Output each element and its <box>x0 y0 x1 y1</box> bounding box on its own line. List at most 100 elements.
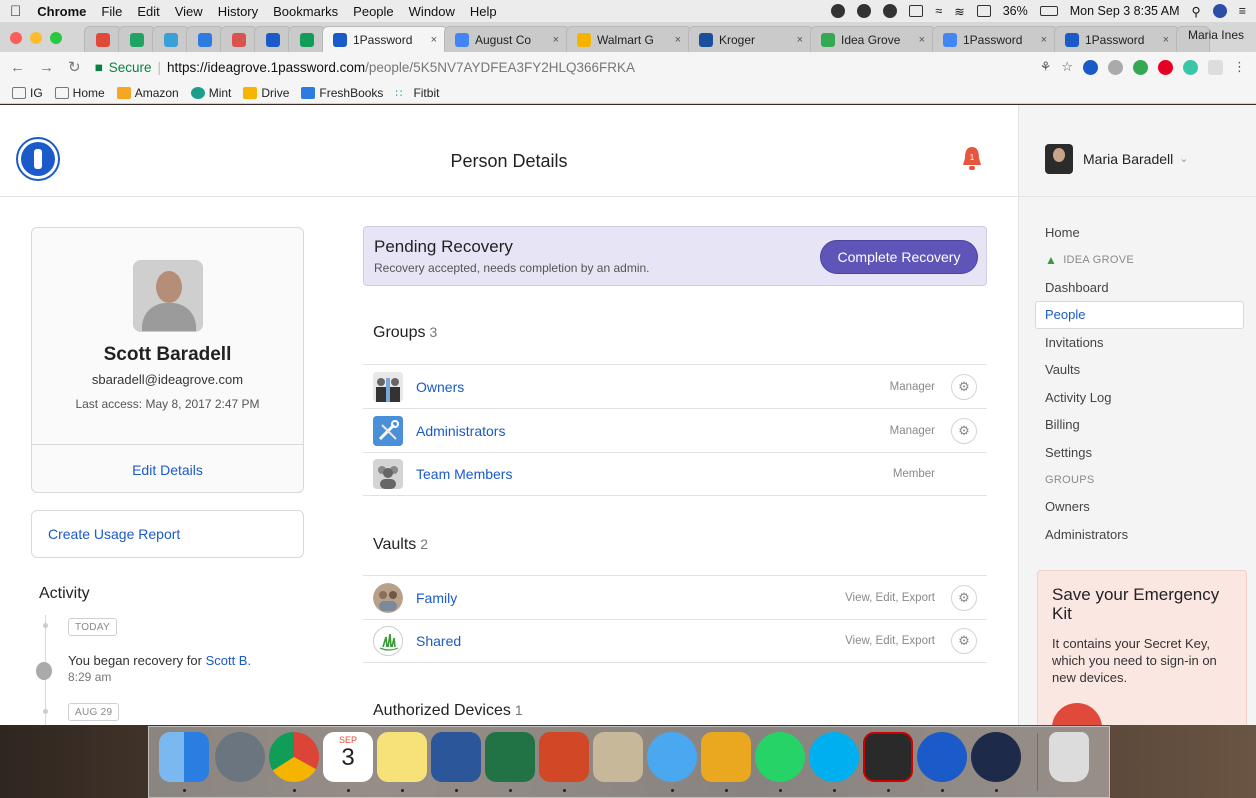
clock[interactable]: Mon Sep 3 8:35 AM <box>1070 4 1180 18</box>
status-icon[interactable] <box>857 4 872 18</box>
zoom-window-button[interactable] <box>50 32 62 44</box>
gear-icon[interactable]: ⚙ <box>951 417 977 444</box>
menu-app-name[interactable]: Chrome <box>37 4 86 19</box>
chrome-profile-name[interactable]: Maria Ines <box>1188 28 1244 42</box>
browser-tab[interactable]: 1Password × <box>322 26 448 52</box>
menu-edit[interactable]: Edit <box>137 4 159 19</box>
notes-icon[interactable] <box>377 732 427 782</box>
star-icon[interactable]: ☆ <box>1061 59 1073 75</box>
group-row-owners[interactable]: Owners Manager ⚙ <box>363 364 987 408</box>
bookmark-drive[interactable]: Drive <box>243 86 289 100</box>
bookmark-freshbooks[interactable]: FreshBooks <box>301 86 383 100</box>
more-menu-icon[interactable]: ⋮ <box>1233 59 1246 75</box>
tab-close-icon[interactable]: × <box>1041 34 1047 46</box>
account-menu[interactable]: Maria Baradell ⌄ <box>1019 105 1256 197</box>
activity-person-link[interactable]: Scott B. <box>206 653 252 668</box>
browser-tab[interactable] <box>220 26 258 52</box>
tab-close-icon[interactable]: × <box>919 34 925 46</box>
s-app-icon[interactable] <box>883 4 898 18</box>
minimize-window-button[interactable] <box>30 32 42 44</box>
bookmark-home[interactable]: Home <box>54 86 105 100</box>
notification-bell-icon[interactable]: 1 <box>960 145 984 173</box>
vault-name[interactable]: Shared <box>416 633 461 649</box>
sidebar-item-owners[interactable]: Owners <box>1019 493 1256 521</box>
browser-tab[interactable]: 1Password × <box>932 26 1058 52</box>
sidebar-item-dashboard[interactable]: Dashboard <box>1019 274 1256 302</box>
back-arrow-icon[interactable]: ← <box>10 59 25 76</box>
battery-icon[interactable] <box>1039 6 1058 16</box>
emergency-kit-panel[interactable]: Save your Emergency Kit It contains your… <box>1037 570 1247 753</box>
bookmark-mint[interactable]: Mint <box>190 86 231 100</box>
tab-close-icon[interactable]: × <box>431 34 437 46</box>
quicktime-icon[interactable] <box>971 732 1021 782</box>
browser-tab[interactable] <box>84 26 122 52</box>
sidebar-item-billing[interactable]: Billing <box>1019 411 1256 439</box>
sidebar-item-home[interactable]: Home <box>1019 219 1256 247</box>
browser-tab[interactable] <box>254 26 292 52</box>
group-name[interactable]: Team Members <box>416 466 512 482</box>
vault-row-shared[interactable]: Shared View, Edit, Export ⚙ <box>363 619 987 663</box>
browser-tab[interactable]: 1Password × <box>1054 26 1180 52</box>
browser-tab[interactable] <box>118 26 156 52</box>
menu-bookmarks[interactable]: Bookmarks <box>273 4 338 19</box>
browser-tab[interactable] <box>288 26 326 52</box>
spotlight-icon[interactable]: ⚲ <box>1192 4 1201 19</box>
calculator-icon[interactable] <box>593 732 643 782</box>
tab-close-icon[interactable]: × <box>553 34 559 46</box>
vault-row-family[interactable]: Family View, Edit, Export ⚙ <box>363 575 987 619</box>
browser-tab[interactable]: August Co × <box>444 26 570 52</box>
menu-file[interactable]: File <box>101 4 122 19</box>
launchpad-icon[interactable] <box>215 732 265 782</box>
airplay-icon[interactable] <box>976 5 991 17</box>
url-field[interactable]: ■ Secure | https://ideagrove.1password.c… <box>95 56 1030 78</box>
close-window-button[interactable] <box>10 32 22 44</box>
browser-tab[interactable] <box>152 26 190 52</box>
vault-name[interactable]: Family <box>416 590 457 606</box>
sidebar-item-people[interactable]: People <box>1035 301 1244 329</box>
sidebar-item-administrators[interactable]: Administrators <box>1019 521 1256 549</box>
sidebar-item-invitations[interactable]: Invitations <box>1019 329 1256 357</box>
battery-percent[interactable]: 36% <box>1003 4 1028 18</box>
bookmark-fitbit[interactable]: ∷ Fitbit <box>395 86 439 100</box>
browser-tab[interactable]: Walmart G × <box>566 26 692 52</box>
gear-icon[interactable]: ⚙ <box>951 373 977 400</box>
grammarly-extension-icon[interactable] <box>1133 59 1148 75</box>
sidebar-item-settings[interactable]: Settings <box>1019 439 1256 467</box>
menu-window[interactable]: Window <box>409 4 455 19</box>
edit-details-link[interactable]: Edit Details <box>32 462 303 478</box>
extension-icon[interactable] <box>1183 59 1198 75</box>
slack-icon[interactable] <box>701 732 751 782</box>
finder-icon[interactable] <box>159 732 209 782</box>
calendar-icon[interactable]: SEP 3 <box>323 732 373 782</box>
tab-close-icon[interactable]: × <box>1163 34 1169 46</box>
forward-arrow-icon[interactable]: → <box>39 59 54 76</box>
wifi-icon[interactable]: ≋ <box>954 4 964 19</box>
siri-icon[interactable] <box>1212 4 1227 18</box>
notification-center-icon[interactable]: ≡ <box>1239 4 1246 18</box>
group-name[interactable]: Administrators <box>416 423 505 439</box>
complete-recovery-button[interactable]: Complete Recovery <box>820 240 978 274</box>
excel-icon[interactable] <box>485 732 535 782</box>
menu-history[interactable]: History <box>218 4 258 19</box>
browser-tab[interactable]: Idea Grove × <box>810 26 936 52</box>
cloud-icon[interactable] <box>831 4 846 18</box>
apple-icon[interactable]:  <box>10 3 21 20</box>
whatsapp-icon[interactable] <box>755 732 805 782</box>
menu-view[interactable]: View <box>175 4 203 19</box>
group-row-team-members[interactable]: Team Members Member <box>363 452 987 496</box>
gear-icon[interactable]: ⚙ <box>951 584 977 611</box>
group-name[interactable]: Owners <box>416 379 464 395</box>
chrome-icon[interactable] <box>269 732 319 782</box>
acrobat-icon[interactable] <box>863 732 913 782</box>
browser-tab[interactable] <box>186 26 224 52</box>
sidebar-item-activity-log[interactable]: Activity Log <box>1019 384 1256 412</box>
key-icon[interactable]: ⚘ <box>1040 59 1052 75</box>
bookmark-ig[interactable]: IG <box>12 86 43 100</box>
word-icon[interactable] <box>431 732 481 782</box>
1password-extension-icon[interactable] <box>1083 59 1098 75</box>
camera-extension-icon[interactable] <box>1108 59 1123 75</box>
menu-people[interactable]: People <box>353 4 393 19</box>
tab-close-icon[interactable]: × <box>797 34 803 46</box>
tab-close-icon[interactable]: × <box>675 34 681 46</box>
group-row-administrators[interactable]: Administrators Manager ⚙ <box>363 408 987 452</box>
